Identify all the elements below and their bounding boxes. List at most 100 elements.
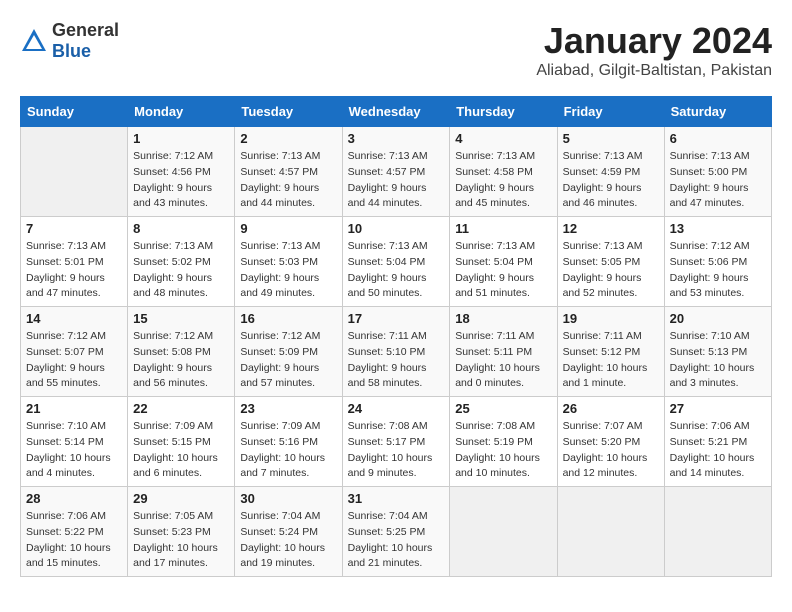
- calendar-body: 1Sunrise: 7:12 AMSunset: 4:56 PMDaylight…: [21, 127, 772, 577]
- day-info: Sunrise: 7:13 AMSunset: 5:01 PMDaylight:…: [26, 239, 122, 302]
- calendar-cell-w4-d7: 27 Sunrise: 7:06 AMSunset: 5:21 PMDayligh…: [664, 397, 771, 487]
- calendar-cell-w2-d1: 7 Sunrise: 7:13 AMSunset: 5:01 PMDaylight…: [21, 217, 128, 307]
- title-block: January 2024 Aliabad, Gilgit-Baltistan, …: [536, 20, 772, 80]
- day-info: Sunrise: 7:12 AMSunset: 4:56 PMDaylight:…: [133, 149, 229, 212]
- day-number: 14: [26, 311, 122, 326]
- calendar-cell-w3-d2: 15 Sunrise: 7:12 AMSunset: 5:08 PMDayligh…: [128, 307, 235, 397]
- week-row-1: 1Sunrise: 7:12 AMSunset: 4:56 PMDaylight…: [21, 127, 772, 217]
- day-info: Sunrise: 7:07 AMSunset: 5:20 PMDaylight:…: [563, 419, 659, 482]
- day-info: Sunrise: 7:13 AMSunset: 5:05 PMDaylight:…: [563, 239, 659, 302]
- calendar-cell-w4-d4: 24Sunrise: 7:08 AMSunset: 5:17 PMDayligh…: [342, 397, 450, 487]
- day-number: 12: [563, 221, 659, 236]
- calendar-cell-w1-d1: [21, 127, 128, 217]
- calendar-cell-w2-d2: 8Sunrise: 7:13 AMSunset: 5:02 PMDaylight…: [128, 217, 235, 307]
- day-info: Sunrise: 7:04 AMSunset: 5:25 PMDaylight:…: [348, 509, 445, 572]
- day-number: 11: [455, 221, 551, 236]
- calendar-cell-w4-d6: 26Sunrise: 7:07 AMSunset: 5:20 PMDayligh…: [557, 397, 664, 487]
- day-number: 29: [133, 491, 229, 506]
- day-info: Sunrise: 7:13 AMSunset: 5:03 PMDaylight:…: [240, 239, 336, 302]
- logo-general: General: [52, 20, 119, 40]
- calendar-cell-w3-d4: 17Sunrise: 7:11 AMSunset: 5:10 PMDayligh…: [342, 307, 450, 397]
- day-number: 22: [133, 401, 229, 416]
- week-row-3: 14Sunrise: 7:12 AMSunset: 5:07 PMDayligh…: [21, 307, 772, 397]
- day-info: Sunrise: 7:11 AMSunset: 5:11 PMDaylight:…: [455, 329, 551, 392]
- calendar-cell-w1-d3: 2 Sunrise: 7:13 AMSunset: 4:57 PMDaylight…: [235, 127, 342, 217]
- day-info: Sunrise: 7:13 AMSunset: 4:57 PMDaylight:…: [240, 149, 336, 212]
- logo-icon: [20, 27, 48, 55]
- day-number: 13: [670, 221, 766, 236]
- day-info: Sunrise: 7:09 AMSunset: 5:15 PMDaylight:…: [133, 419, 229, 482]
- calendar-cell-w4-d5: 25 Sunrise: 7:08 AMSunset: 5:19 PMDayligh…: [450, 397, 557, 487]
- day-number: 28: [26, 491, 122, 506]
- day-info: Sunrise: 7:13 AMSunset: 4:57 PMDaylight:…: [348, 149, 445, 212]
- calendar-cell-w2-d6: 12 Sunrise: 7:13 AMSunset: 5:05 PMDayligh…: [557, 217, 664, 307]
- calendar-cell-w3-d7: 20Sunrise: 7:10 AMSunset: 5:13 PMDayligh…: [664, 307, 771, 397]
- week-row-2: 7 Sunrise: 7:13 AMSunset: 5:01 PMDaylight…: [21, 217, 772, 307]
- calendar-cell-w3-d6: 19 Sunrise: 7:11 AMSunset: 5:12 PMDayligh…: [557, 307, 664, 397]
- calendar-cell-w2-d7: 13 Sunrise: 7:12 AMSunset: 5:06 PMDayligh…: [664, 217, 771, 307]
- day-info: Sunrise: 7:12 AMSunset: 5:09 PMDaylight:…: [240, 329, 336, 392]
- calendar-cell-w3-d1: 14Sunrise: 7:12 AMSunset: 5:07 PMDayligh…: [21, 307, 128, 397]
- day-info: Sunrise: 7:13 AMSunset: 5:04 PMDaylight:…: [348, 239, 445, 302]
- day-number: 23: [240, 401, 336, 416]
- day-number: 16: [240, 311, 336, 326]
- col-thursday: Thursday: [450, 97, 557, 127]
- calendar-cell-w2-d5: 11 Sunrise: 7:13 AMSunset: 5:04 PMDayligh…: [450, 217, 557, 307]
- day-info: Sunrise: 7:13 AMSunset: 4:58 PMDaylight:…: [455, 149, 551, 212]
- day-number: 25: [455, 401, 551, 416]
- day-info: Sunrise: 7:10 AMSunset: 5:14 PMDaylight:…: [26, 419, 122, 482]
- day-info: Sunrise: 7:05 AMSunset: 5:23 PMDaylight:…: [133, 509, 229, 572]
- calendar-cell-w1-d7: 6Sunrise: 7:13 AMSunset: 5:00 PMDaylight…: [664, 127, 771, 217]
- col-saturday: Saturday: [664, 97, 771, 127]
- calendar-cell-w5-d4: 31 Sunrise: 7:04 AMSunset: 5:25 PMDayligh…: [342, 487, 450, 577]
- calendar-header: Sunday Monday Tuesday Wednesday Thursday…: [21, 97, 772, 127]
- logo-blue: Blue: [52, 41, 91, 61]
- calendar-table: Sunday Monday Tuesday Wednesday Thursday…: [20, 96, 772, 577]
- calendar-cell-w2-d4: 10 Sunrise: 7:13 AMSunset: 5:04 PMDayligh…: [342, 217, 450, 307]
- col-sunday: Sunday: [21, 97, 128, 127]
- day-info: Sunrise: 7:06 AMSunset: 5:21 PMDaylight:…: [670, 419, 766, 482]
- calendar-cell-w3-d3: 16 Sunrise: 7:12 AMSunset: 5:09 PMDayligh…: [235, 307, 342, 397]
- calendar-cell-w5-d3: 30Sunrise: 7:04 AMSunset: 5:24 PMDayligh…: [235, 487, 342, 577]
- day-number: 10: [348, 221, 445, 236]
- day-info: Sunrise: 7:12 AMSunset: 5:06 PMDaylight:…: [670, 239, 766, 302]
- col-monday: Monday: [128, 97, 235, 127]
- calendar-cell-w1-d4: 3 Sunrise: 7:13 AMSunset: 4:57 PMDaylight…: [342, 127, 450, 217]
- location-subtitle: Aliabad, Gilgit-Baltistan, Pakistan: [536, 62, 772, 80]
- day-number: 27: [670, 401, 766, 416]
- day-info: Sunrise: 7:12 AMSunset: 5:08 PMDaylight:…: [133, 329, 229, 392]
- day-number: 4: [455, 131, 551, 146]
- day-number: 2: [240, 131, 336, 146]
- week-row-4: 21 Sunrise: 7:10 AMSunset: 5:14 PMDayligh…: [21, 397, 772, 487]
- day-number: 21: [26, 401, 122, 416]
- day-info: Sunrise: 7:06 AMSunset: 5:22 PMDaylight:…: [26, 509, 122, 572]
- calendar-cell-w4-d1: 21 Sunrise: 7:10 AMSunset: 5:14 PMDayligh…: [21, 397, 128, 487]
- day-number: 20: [670, 311, 766, 326]
- calendar-cell-w4-d3: 23Sunrise: 7:09 AMSunset: 5:16 PMDayligh…: [235, 397, 342, 487]
- day-number: 9: [240, 221, 336, 236]
- calendar-cell-w4-d2: 22 Sunrise: 7:09 AMSunset: 5:15 PMDayligh…: [128, 397, 235, 487]
- day-number: 24: [348, 401, 445, 416]
- calendar-cell-w5-d2: 29 Sunrise: 7:05 AMSunset: 5:23 PMDayligh…: [128, 487, 235, 577]
- col-tuesday: Tuesday: [235, 97, 342, 127]
- day-number: 18: [455, 311, 551, 326]
- day-info: Sunrise: 7:11 AMSunset: 5:12 PMDaylight:…: [563, 329, 659, 392]
- calendar-cell-w5-d1: 28 Sunrise: 7:06 AMSunset: 5:22 PMDayligh…: [21, 487, 128, 577]
- day-number: 15: [133, 311, 229, 326]
- day-info: Sunrise: 7:13 AMSunset: 5:02 PMDaylight:…: [133, 239, 229, 302]
- day-number: 19: [563, 311, 659, 326]
- day-number: 7: [26, 221, 122, 236]
- day-info: Sunrise: 7:13 AMSunset: 4:59 PMDaylight:…: [563, 149, 659, 212]
- calendar-cell-w2-d3: 9 Sunrise: 7:13 AMSunset: 5:03 PMDaylight…: [235, 217, 342, 307]
- page-header: General Blue January 2024 Aliabad, Gilgi…: [20, 20, 772, 80]
- calendar-cell-w5-d7: [664, 487, 771, 577]
- day-info: Sunrise: 7:13 AMSunset: 5:04 PMDaylight:…: [455, 239, 551, 302]
- day-number: 17: [348, 311, 445, 326]
- calendar-cell-w3-d5: 18 Sunrise: 7:11 AMSunset: 5:11 PMDayligh…: [450, 307, 557, 397]
- day-info: Sunrise: 7:08 AMSunset: 5:19 PMDaylight:…: [455, 419, 551, 482]
- week-row-5: 28 Sunrise: 7:06 AMSunset: 5:22 PMDayligh…: [21, 487, 772, 577]
- calendar-cell-w5-d5: [450, 487, 557, 577]
- col-friday: Friday: [557, 97, 664, 127]
- day-number: 3: [348, 131, 445, 146]
- day-number: 31: [348, 491, 445, 506]
